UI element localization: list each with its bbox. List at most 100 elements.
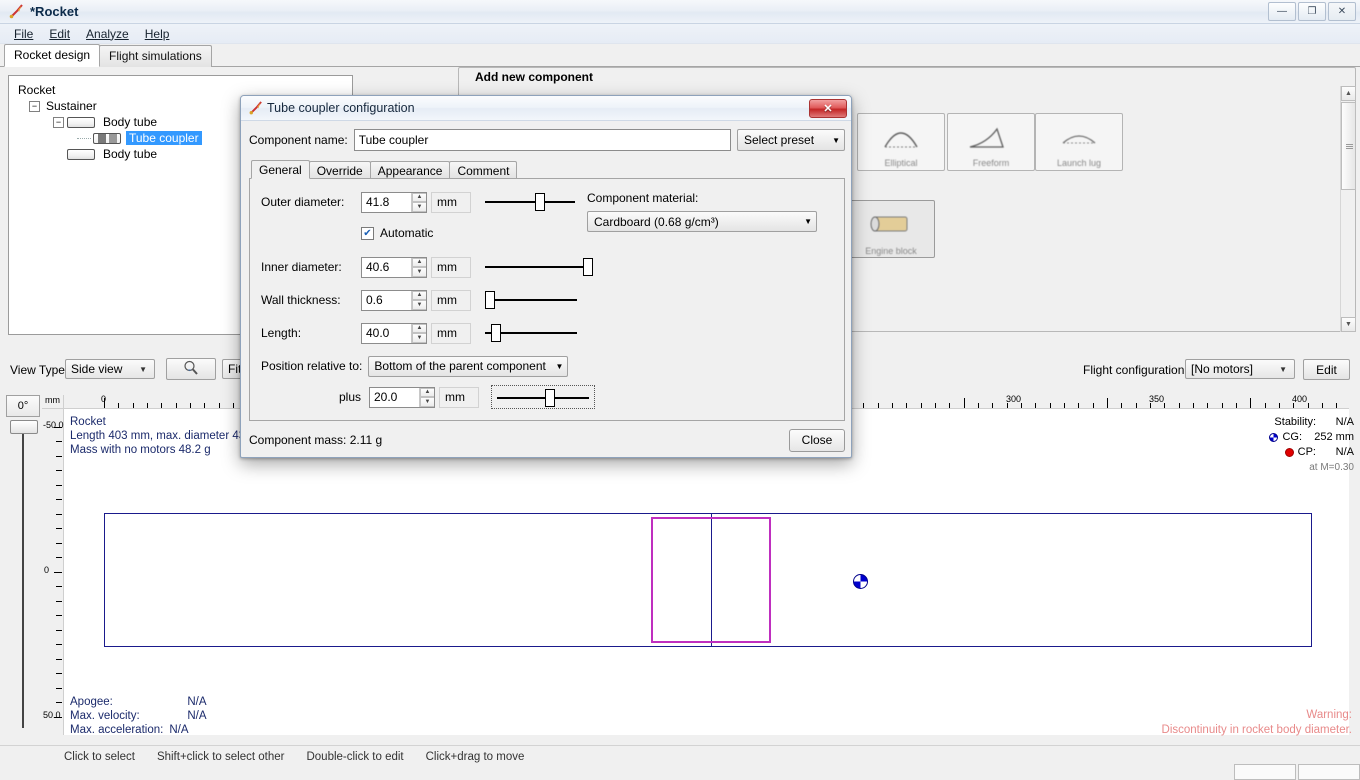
rotation-slider[interactable] <box>6 420 40 730</box>
zoom-button[interactable] <box>166 358 216 380</box>
outer-diameter-label: Outer diameter: <box>261 195 345 209</box>
scroll-down-icon[interactable]: ▼ <box>1341 317 1356 332</box>
stability-row: Stability: N/A <box>1204 415 1354 430</box>
magnifier-icon <box>182 360 200 379</box>
slider-track-2 <box>485 266 589 268</box>
stat-row-apogee: Apogee: N/A <box>70 695 207 709</box>
slider-knob-3[interactable] <box>485 291 495 309</box>
length-unit[interactable]: mm <box>431 322 471 344</box>
menu-file[interactable]: File <box>6 25 41 43</box>
rotation-slider-track <box>22 428 24 728</box>
vruler-label-neg50: -50.0 <box>43 420 64 430</box>
chevron-down-icon-preset: ▼ <box>832 135 840 145</box>
launch-lug-icon <box>1036 114 1122 158</box>
edit-configuration-button[interactable]: Edit <box>1303 359 1350 380</box>
length-slider[interactable] <box>485 323 577 343</box>
dialog-tab-comment[interactable]: Comment <box>449 161 518 179</box>
rotation-slider-knob[interactable] <box>10 420 38 434</box>
select-preset-dropdown[interactable]: Select preset ▼ <box>737 129 845 151</box>
window-titlebar: *Rocket — ❐ ✕ <box>0 0 1360 24</box>
stat-label-max-acceleration: Max. acceleration: <box>70 724 164 735</box>
dialog-tab-override[interactable]: Override <box>308 161 371 179</box>
dialog-close-button[interactable]: Close <box>789 428 845 452</box>
position-relative-select[interactable]: Bottom of the parent component ▼ <box>368 355 569 377</box>
menu-edit[interactable]: Edit <box>41 25 78 43</box>
wall-thickness-value: 0.6 <box>366 293 383 307</box>
plus-offset-unit[interactable]: mm <box>439 386 479 408</box>
slider-knob-2[interactable] <box>582 258 593 276</box>
dialog-tab-appearance[interactable]: Appearance <box>369 161 451 179</box>
stat-row-max-velocity: Max. velocity: N/A <box>70 709 207 723</box>
flight-configuration-select[interactable]: [No motors] ▼ <box>1185 359 1295 379</box>
window-controls: — ❐ ✕ <box>1268 2 1356 21</box>
status-hint-shift-click: Shift+click to select other <box>156 751 285 763</box>
slider-track-1 <box>485 201 575 203</box>
tree-label-body-tube-2: Body tube <box>103 147 158 161</box>
close-button[interactable]: ✕ <box>1328 2 1356 21</box>
flight-configuration-label: Flight configuration: <box>1083 363 1188 377</box>
dialog-tab-general[interactable]: General <box>251 160 310 179</box>
slider-track-5 <box>497 397 589 399</box>
slider-knob-4[interactable] <box>491 324 502 342</box>
stat-label-max-velocity: Max. velocity: <box>70 710 140 722</box>
component-button-launch-lug[interactable]: Launch lug <box>1035 113 1123 171</box>
outer-diameter-stepper[interactable]: ▲ ▼ <box>411 192 426 212</box>
length-stepper[interactable]: ▲ ▼ <box>411 323 426 343</box>
tab-rocket-design[interactable]: Rocket design <box>4 44 101 67</box>
wall-thickness-row: Wall thickness: 0.6 ▲ ▼ mm <box>261 289 577 311</box>
status-bar: Click to select Shift+click to select ot… <box>0 745 1360 780</box>
slider-knob-5[interactable] <box>545 389 556 407</box>
stability-panel: Stability: N/A CG: 252 mm CP: N/A at M=0… <box>1204 415 1354 475</box>
stability-label: Stability: <box>1274 416 1316 428</box>
component-button-freeform[interactable]: Freeform <box>947 113 1035 171</box>
tube-coupler-configuration-dialog[interactable]: Tube coupler configuration ✕ Component n… <box>240 95 852 458</box>
inner-diameter-stepper[interactable]: ▲ ▼ <box>411 257 426 277</box>
wall-thickness-stepper[interactable]: ▲ ▼ <box>411 290 426 310</box>
tab-flight-simulations[interactable]: Flight simulations <box>99 45 212 67</box>
inner-diameter-row: Inner diameter: 40.6 ▲ ▼ mm <box>261 256 593 278</box>
outer-diameter-slider[interactable] <box>485 192 575 212</box>
inner-diameter-slider[interactable] <box>485 257 593 277</box>
stability-value: N/A <box>1335 416 1354 428</box>
cp-row: CP: N/A <box>1204 445 1354 460</box>
wall-thickness-unit[interactable]: mm <box>431 289 471 311</box>
plus-offset-input[interactable]: 20.0 ▲ ▼ <box>369 386 435 408</box>
wall-thickness-slider[interactable] <box>485 290 577 310</box>
selected-tube-coupler-outline[interactable] <box>651 517 771 643</box>
component-name-input[interactable]: Tube coupler <box>353 129 731 151</box>
dialog-close-icon[interactable]: ✕ <box>809 99 847 118</box>
outer-diameter-unit[interactable]: mm <box>431 191 471 213</box>
tree-expander-body-tube[interactable]: − <box>53 116 64 128</box>
minimize-button[interactable]: — <box>1268 2 1296 21</box>
outer-diameter-input[interactable]: 41.8 ▲ ▼ <box>361 191 427 213</box>
tree-expander-sustainer[interactable]: − <box>29 100 40 112</box>
scroll-up-icon[interactable]: ▲ <box>1341 86 1356 101</box>
automatic-checkbox[interactable]: ✔ <box>361 226 374 240</box>
scrollbar-thumb[interactable] <box>1341 102 1356 190</box>
status-hint-click-drag: Click+drag to move <box>425 751 525 763</box>
view-type-label: View Type: <box>10 363 69 377</box>
slider-knob-1[interactable] <box>535 193 546 211</box>
component-button-elliptical[interactable]: Elliptical <box>857 113 945 171</box>
nose-cone-elliptical-icon <box>858 114 944 158</box>
tube-coupler-icon <box>93 132 121 144</box>
plus-offset-stepper[interactable]: ▲ ▼ <box>419 387 434 407</box>
menu-analyze[interactable]: Analyze <box>78 25 137 43</box>
maximize-button[interactable]: ❐ <box>1298 2 1326 21</box>
length-input[interactable]: 40.0 ▲ ▼ <box>361 322 427 344</box>
dialog-footer: Component mass: 2.11 g Close <box>249 427 845 453</box>
menu-help[interactable]: Help <box>137 25 178 43</box>
mach-note: at M=0.30 <box>1309 462 1354 473</box>
rocket-info-line-1: Rocket <box>70 416 106 428</box>
simulation-stats: Apogee: N/A Max. velocity: N/A Max. acce… <box>70 695 207 735</box>
view-type-select[interactable]: Side view ▼ <box>65 359 155 379</box>
component-material-select[interactable]: Cardboard (0.68 g/cm³) ▼ <box>587 211 817 232</box>
wall-thickness-input[interactable]: 0.6 ▲ ▼ <box>361 289 427 311</box>
menu-help-label: Help <box>144 26 170 41</box>
inner-diameter-input[interactable]: 40.6 ▲ ▼ <box>361 256 427 278</box>
inner-diameter-unit[interactable]: mm <box>431 256 471 278</box>
component-palette-scrollbar[interactable]: ▲ ▼ <box>1340 86 1356 332</box>
plus-offset-slider[interactable] <box>491 385 595 409</box>
component-button-engine-block[interactable]: Engine block <box>847 200 935 258</box>
outer-diameter-value: 41.8 <box>366 195 390 209</box>
